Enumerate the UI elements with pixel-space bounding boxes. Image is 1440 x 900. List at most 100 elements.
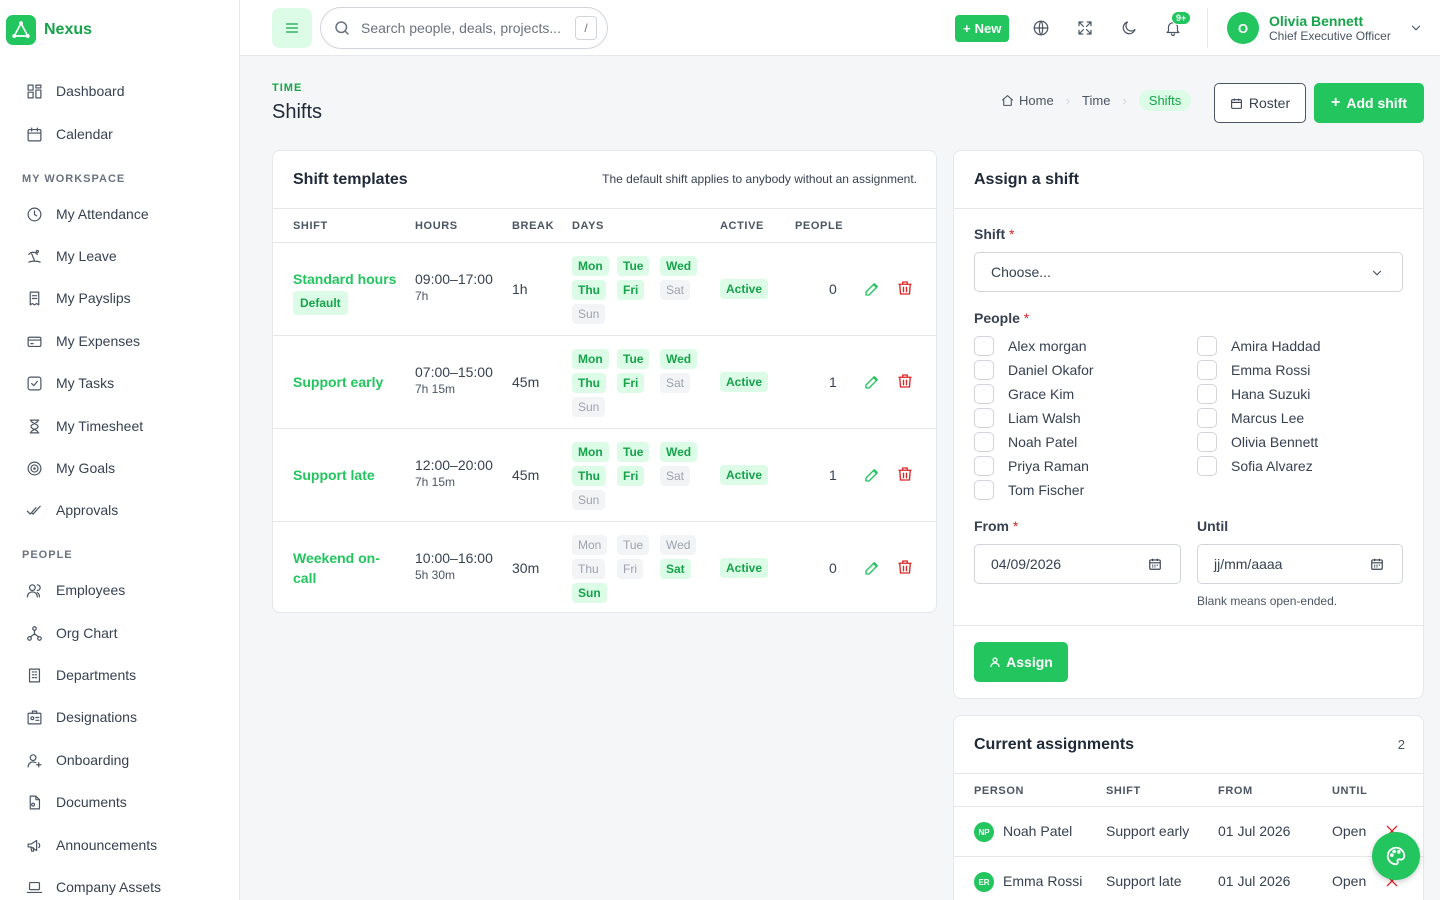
shift-name-link[interactable]: Support late xyxy=(293,465,375,485)
edit-icon[interactable] xyxy=(863,280,883,300)
sidebar-item-designations[interactable]: Designations xyxy=(26,705,137,729)
checkbox-box[interactable] xyxy=(974,384,994,404)
person-checkbox[interactable]: Sofia Alvarez xyxy=(1197,456,1313,476)
day-badge: Mon xyxy=(572,442,609,462)
from-field-label-text: From xyxy=(974,518,1009,534)
language-button[interactable] xyxy=(1027,14,1055,42)
person-checkbox[interactable]: Liam Walsh xyxy=(974,408,1081,428)
from-date-input[interactable]: 04/09/2026 xyxy=(974,544,1181,584)
new-button[interactable]: + New xyxy=(955,15,1010,42)
sidebar-item-label: Onboarding xyxy=(56,752,130,768)
app-logo[interactable]: Nexus xyxy=(6,15,92,45)
hours-range: 10:00–16:00 xyxy=(415,550,493,566)
breadcrumb-time[interactable]: Time xyxy=(1082,93,1110,108)
person-checkbox[interactable]: Hana Suzuki xyxy=(1197,384,1310,404)
sidebar-item-my-expenses[interactable]: My Expenses xyxy=(26,329,140,353)
edit-icon[interactable] xyxy=(863,559,883,579)
person-checkbox[interactable]: Tom Fischer xyxy=(974,480,1084,500)
day-badge: Wed xyxy=(660,349,698,369)
laptop-icon xyxy=(26,879,43,896)
sidebar-item-dashboard[interactable]: Dashboard xyxy=(26,79,125,103)
day-badge: Mon xyxy=(572,535,608,555)
day-badge: Mon xyxy=(572,349,609,369)
people-count: 0 xyxy=(829,560,837,576)
user-plus-icon xyxy=(26,752,43,769)
shift-name-link[interactable]: Weekend on-call xyxy=(293,548,393,588)
checkbox-box[interactable] xyxy=(974,480,994,500)
delete-icon[interactable] xyxy=(896,279,916,299)
calendar-icon[interactable] xyxy=(1370,557,1384,571)
sidebar-item-my-tasks[interactable]: My Tasks xyxy=(26,371,114,395)
sidebar-item-my-payslips[interactable]: My Payslips xyxy=(26,286,131,310)
checkbox-box[interactable] xyxy=(974,360,994,380)
checkbox-box[interactable] xyxy=(974,408,994,428)
search-input[interactable] xyxy=(361,20,561,36)
person-checkbox[interactable]: Priya Raman xyxy=(974,456,1089,476)
checkbox-box[interactable] xyxy=(1197,432,1217,452)
delete-icon[interactable] xyxy=(896,372,916,392)
fullscreen-button[interactable] xyxy=(1071,14,1099,42)
sidebar-item-my-attendance[interactable]: My Attendance xyxy=(26,202,149,226)
sidebar-item-label: My Attendance xyxy=(56,206,149,222)
delete-icon[interactable] xyxy=(896,465,916,485)
assignment-until: Open xyxy=(1332,873,1367,889)
shift-select[interactable]: Choose... xyxy=(974,252,1403,292)
assign-button[interactable]: Assign xyxy=(974,642,1068,682)
shift-name-link[interactable]: Support early xyxy=(293,372,383,392)
delete-icon[interactable] xyxy=(896,558,916,578)
org-chart-icon xyxy=(26,625,43,642)
person-checkbox[interactable]: Marcus Lee xyxy=(1197,408,1304,428)
breadcrumb-home[interactable]: Home xyxy=(1001,93,1054,108)
add-shift-button[interactable]: + Add shift xyxy=(1314,83,1424,123)
menu-toggle-button[interactable] xyxy=(272,8,312,48)
sidebar-item-announcements[interactable]: Announcements xyxy=(26,833,157,857)
globe-icon xyxy=(1032,19,1050,37)
sidebar-item-employees[interactable]: Employees xyxy=(26,578,125,602)
person-name: Hana Suzuki xyxy=(1231,386,1311,402)
sidebar-item-my-timesheet[interactable]: My Timesheet xyxy=(26,414,143,438)
checkbox-box[interactable] xyxy=(1197,360,1217,380)
column-header-days: DAYS xyxy=(572,220,604,232)
person-checkbox[interactable]: Alex morgan xyxy=(974,336,1087,356)
edit-icon[interactable] xyxy=(863,373,883,393)
sidebar-item-my-leave[interactable]: My Leave xyxy=(26,244,117,268)
sidebar-item-org-chart[interactable]: Org Chart xyxy=(26,621,117,645)
checkbox-box[interactable] xyxy=(1197,456,1217,476)
day-badge: Thu xyxy=(572,280,606,300)
shift-hours: 10:00–16:00 5h 30m xyxy=(415,550,493,582)
person-checkbox[interactable]: Daniel Okafor xyxy=(974,360,1094,380)
sidebar-item-documents[interactable]: Documents xyxy=(26,790,127,814)
shift-name-link[interactable]: Standard hours Default xyxy=(293,269,396,315)
sidebar-item-company-assets[interactable]: Company Assets xyxy=(26,875,161,899)
sidebar-item-calendar[interactable]: Calendar xyxy=(26,122,113,146)
until-date-input[interactable]: jj/mm/aaaa xyxy=(1197,544,1403,584)
checkbox-box[interactable] xyxy=(1197,336,1217,356)
person-checkbox[interactable]: Emma Rossi xyxy=(1197,360,1310,380)
column-header-shift: SHIFT xyxy=(293,220,328,232)
user-menu[interactable]: O Olivia Bennett Chief Executive Officer xyxy=(1227,12,1423,44)
person-checkbox[interactable]: Olivia Bennett xyxy=(1197,432,1318,452)
sidebar-item-label: My Tasks xyxy=(56,375,115,391)
sidebar-item-my-goals[interactable]: My Goals xyxy=(26,456,115,480)
checkbox-box[interactable] xyxy=(1197,384,1217,404)
checkbox-box[interactable] xyxy=(974,336,994,356)
add-shift-button-label: Add shift xyxy=(1346,95,1407,111)
roster-button[interactable]: Roster xyxy=(1214,83,1306,123)
sidebar-item-label: Designations xyxy=(56,709,137,725)
checkbox-box[interactable] xyxy=(974,456,994,476)
checkbox-box[interactable] xyxy=(1197,408,1217,428)
table-row: NP Noah Patel Support early 01 Jul 2026 Open xyxy=(954,806,1423,856)
edit-icon[interactable] xyxy=(863,466,883,486)
calendar-icon[interactable] xyxy=(1148,557,1162,571)
person-checkbox[interactable]: Noah Patel xyxy=(974,432,1077,452)
until-field-label: Until xyxy=(1197,518,1229,534)
sidebar-item-onboarding[interactable]: Onboarding xyxy=(26,748,129,772)
theme-toggle-button[interactable] xyxy=(1115,14,1143,42)
person-checkbox[interactable]: Amira Haddad xyxy=(1197,336,1321,356)
theme-customizer-button[interactable] xyxy=(1372,832,1420,880)
sidebar-item-departments[interactable]: Departments xyxy=(26,663,136,687)
checkbox-box[interactable] xyxy=(974,432,994,452)
people-field-label-text: People xyxy=(974,310,1020,326)
person-checkbox[interactable]: Grace Kim xyxy=(974,384,1074,404)
sidebar-item-approvals[interactable]: Approvals xyxy=(26,498,118,522)
